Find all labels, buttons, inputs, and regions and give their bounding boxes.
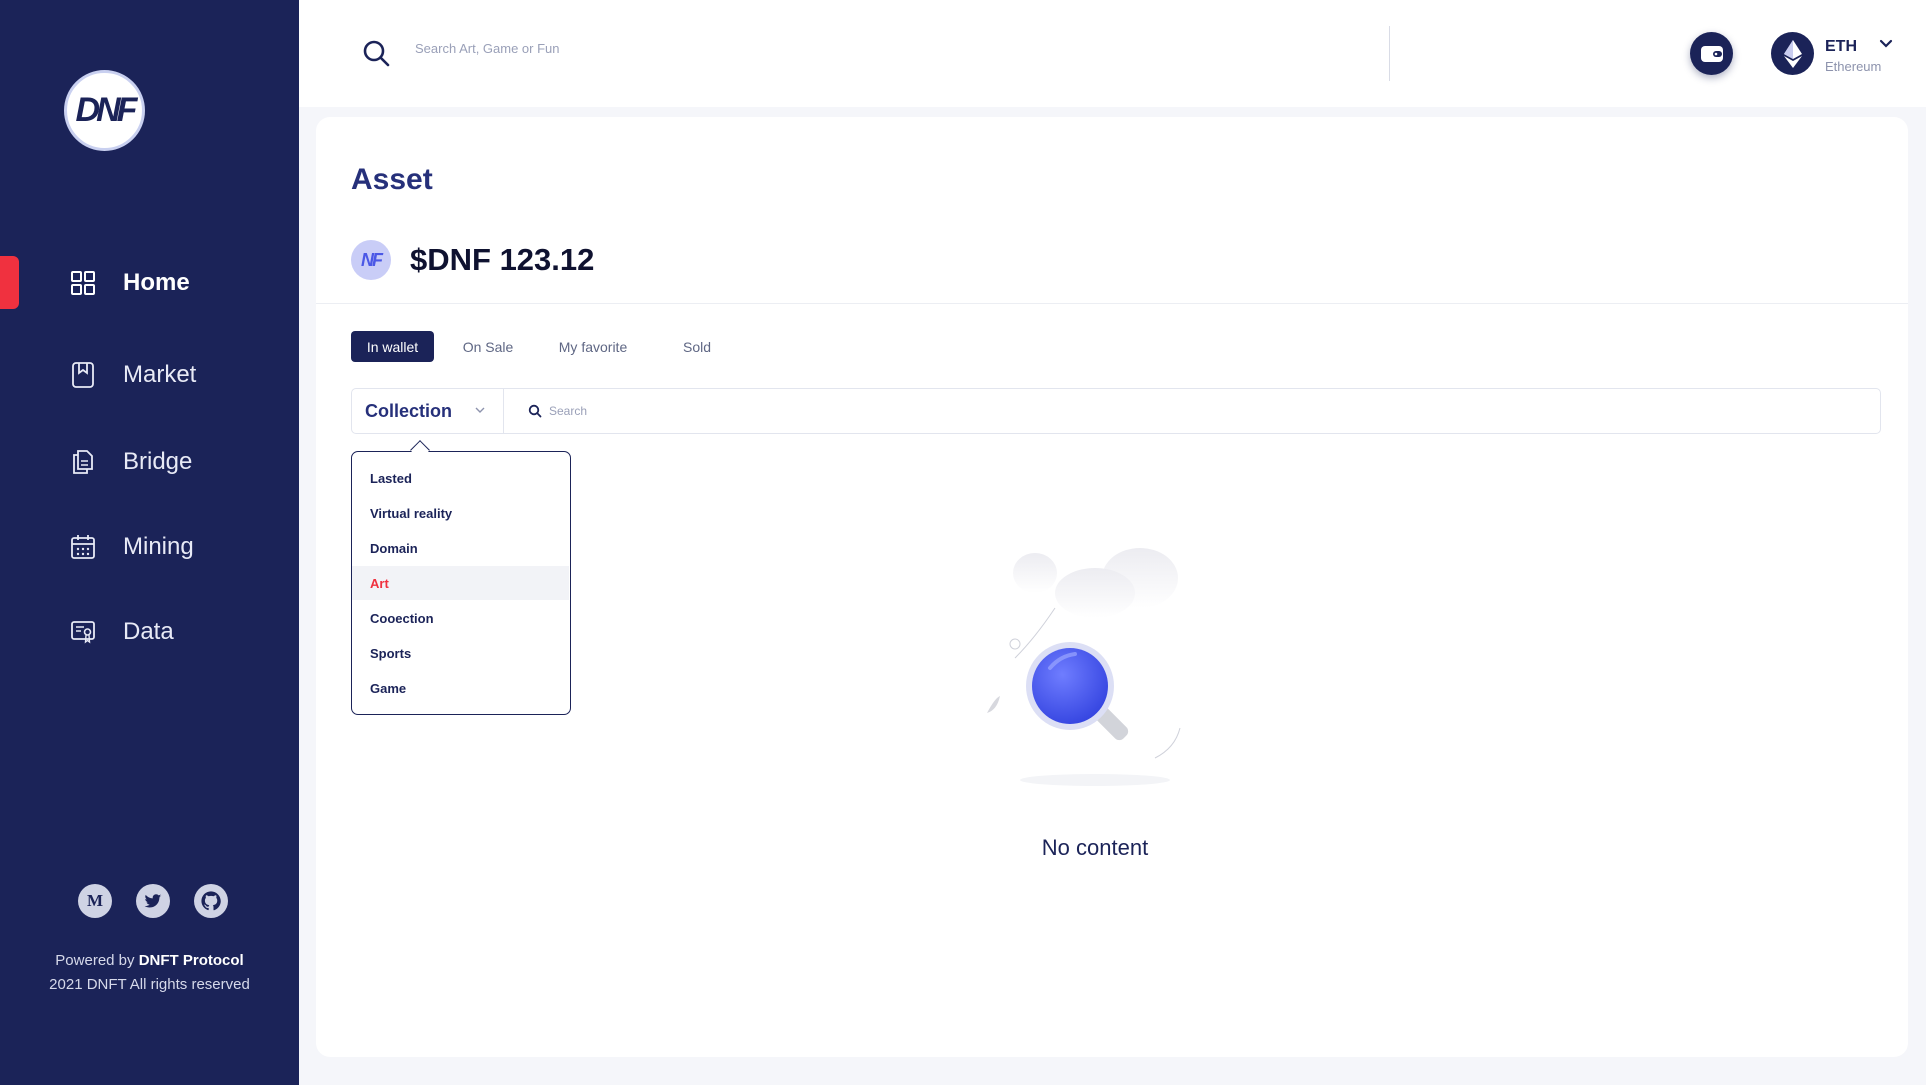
copyright-text: 2021 DNFT All rights reserved	[49, 976, 250, 993]
collection-select[interactable]: Collection	[352, 389, 504, 433]
powered-line: Powered by DNFT Protocol	[0, 949, 299, 973]
dropdown-item-art[interactable]: Art	[352, 566, 569, 600]
dropdown-item-virtual-reality[interactable]: Virtual reality	[352, 496, 569, 530]
filter-bar: Collection	[351, 388, 1881, 434]
tab-my-favorite[interactable]: My favorite	[549, 331, 637, 362]
sidebar-item-bridge[interactable]: Bridge	[0, 432, 299, 492]
token-balance: $DNF 123.12	[410, 242, 595, 277]
powered-brand-link[interactable]: DNFT Protocol	[139, 952, 244, 969]
dropdown-item-sports[interactable]: Sports	[352, 636, 569, 670]
sidebar: DNF Home Market Bridge Mining Data M Pow…	[0, 0, 299, 1085]
sidebar-item-mining[interactable]: Mining	[0, 517, 299, 577]
documents-icon	[73, 450, 93, 474]
empty-search-illustration	[987, 548, 1181, 786]
search-icon	[528, 404, 542, 418]
powered-by: Powered by DNFT Protocol 2021 DNFT All r…	[0, 949, 299, 997]
network-symbol[interactable]: ETH	[1825, 38, 1857, 56]
social-links: M	[78, 884, 228, 918]
dropdown-item-game[interactable]: Game	[352, 671, 569, 705]
dnf-token-icon: NF	[351, 240, 391, 280]
medium-icon[interactable]: M	[78, 884, 112, 918]
dnf-logo[interactable]: DNF	[64, 70, 145, 151]
twitter-glyph	[144, 893, 162, 907]
network-name: Ethereum	[1825, 59, 1882, 74]
collection-dropdown: Lasted Virtual reality Domain Art Cooect…	[351, 451, 571, 715]
sidebar-item-label: Data	[123, 618, 174, 645]
empty-state-text: No content	[1041, 835, 1149, 860]
card-divider	[316, 303, 1908, 304]
ethereum-icon	[1783, 39, 1802, 68]
sidebar-item-label: Mining	[123, 533, 194, 560]
github-glyph	[201, 891, 221, 911]
sidebar-item-home[interactable]: Home	[0, 253, 299, 313]
ethereum-network-icon[interactable]	[1771, 32, 1814, 75]
dropdown-item-cooection[interactable]: Cooection	[352, 601, 569, 635]
collection-search-input[interactable]	[549, 398, 1849, 424]
sidebar-item-market[interactable]: Market	[0, 345, 299, 405]
collection-label: Collection	[365, 400, 453, 421]
search-icon[interactable]	[362, 39, 390, 67]
sidebar-item-label: Bridge	[123, 448, 193, 475]
wallet-icon	[1700, 45, 1723, 62]
wallet-button[interactable]	[1690, 32, 1733, 75]
sidebar-item-label: Home	[123, 269, 190, 296]
grid-icon	[71, 271, 95, 295]
sidebar-item-label: Market	[123, 361, 197, 388]
calendar-icon	[71, 535, 95, 559]
twitter-icon[interactable]	[136, 884, 170, 918]
page-title: Asset	[351, 163, 433, 196]
tab-on-sale[interactable]: On Sale	[455, 331, 521, 362]
sidebar-item-data[interactable]: Data	[0, 602, 299, 662]
chevron-down-icon	[475, 407, 485, 413]
tab-sold[interactable]: Sold	[674, 331, 720, 362]
tab-in-wallet[interactable]: In wallet	[351, 331, 434, 362]
github-icon[interactable]	[194, 884, 228, 918]
chevron-down-icon[interactable]	[1878, 38, 1894, 50]
certificate-icon	[71, 621, 95, 644]
header-divider	[1389, 26, 1390, 81]
global-search-input[interactable]: Search Art, Game or Fun	[415, 41, 560, 56]
dropdown-item-domain[interactable]: Domain	[352, 531, 569, 565]
dropdown-item-lasted[interactable]: Lasted	[352, 461, 569, 495]
logo-text: DNF	[75, 91, 138, 129]
bookmark-icon	[72, 362, 94, 388]
powered-prefix: Powered by	[55, 952, 139, 969]
medium-glyph: M	[86, 891, 104, 910]
token-icon-text: NF	[361, 249, 383, 270]
